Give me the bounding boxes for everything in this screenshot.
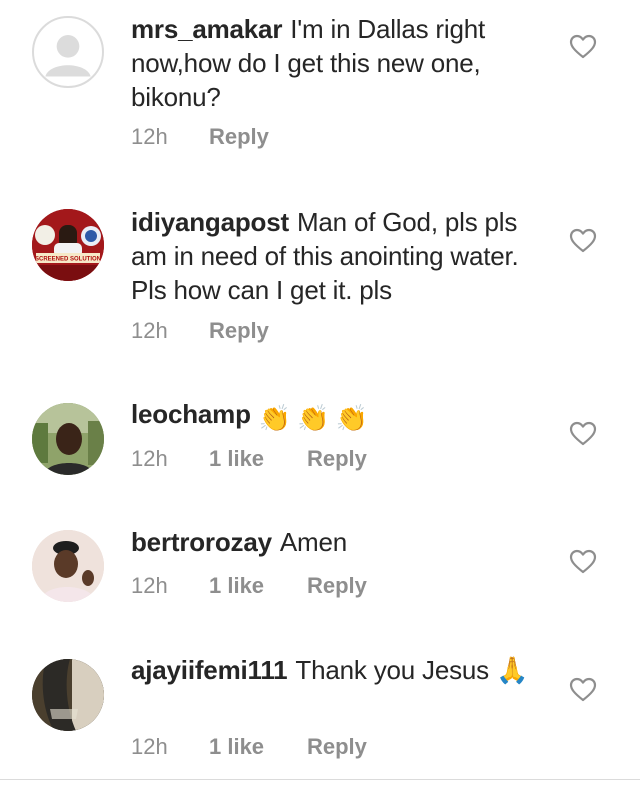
comment-text: Thank you Jesus 🙏 (295, 655, 529, 685)
comment-time: 12h (131, 124, 168, 149)
reply-button[interactable]: Reply (209, 316, 269, 346)
avatar[interactable]: SCREENED SOLUTION (32, 209, 104, 281)
reply-button[interactable]: Reply (209, 122, 269, 152)
comment-time: 12h (131, 734, 168, 759)
comment-time: 12h (131, 446, 168, 471)
heart-outline-icon[interactable] (569, 33, 597, 61)
profile-photo (32, 659, 104, 731)
reply-button[interactable]: Reply (307, 444, 367, 474)
comment-meta: 12h 1 like Reply (131, 444, 367, 474)
heart-outline-icon[interactable] (569, 548, 597, 576)
heart-outline-icon[interactable] (569, 676, 597, 704)
comment-username[interactable]: ajayiifemi111 (131, 655, 288, 685)
comment-time: 12h (131, 573, 168, 598)
profile-photo (32, 403, 104, 475)
like-count[interactable]: 1 like (209, 571, 307, 601)
comment-time: 12h (131, 318, 168, 343)
heart-outline-icon[interactable] (569, 227, 597, 255)
like-count[interactable]: 1 like (209, 444, 307, 474)
reply-button[interactable]: Reply (307, 732, 367, 762)
comment-body: leochamp 👏👏👏 (131, 397, 531, 435)
avatar[interactable] (32, 16, 104, 88)
comment-body: ajayiifemi111 Thank you Jesus 🙏 (131, 653, 531, 687)
comment-username[interactable]: leochamp (131, 399, 251, 429)
avatar[interactable] (32, 530, 104, 602)
avatar[interactable] (32, 659, 104, 731)
comment-meta: 12h Reply (131, 316, 269, 346)
avatar[interactable] (32, 403, 104, 475)
comment-username[interactable]: mrs_amakar (131, 14, 282, 44)
comment-body: mrs_amakar I'm in Dallas right now,how do… (131, 12, 531, 114)
avatar-badge-text: SCREENED SOLUTION (35, 257, 101, 263)
heart-outline-icon[interactable] (569, 420, 597, 448)
bottom-divider (0, 779, 640, 780)
profile-photo: SCREENED SOLUTION (32, 209, 104, 281)
comment-username[interactable]: idiyangapost (131, 207, 289, 237)
default-avatar-icon (35, 19, 101, 85)
comment-body: bertrorozay Amen (131, 525, 531, 559)
like-count[interactable]: 1 like (209, 732, 307, 762)
comment-meta: 12h Reply (131, 122, 269, 152)
comment-username[interactable]: bertrorozay (131, 527, 272, 557)
comment-meta: 12h 1 like Reply (131, 732, 367, 762)
reply-button[interactable]: Reply (307, 571, 367, 601)
comment-text: Amen (279, 527, 347, 557)
profile-photo (32, 530, 104, 602)
comment-meta: 12h 1 like Reply (131, 571, 367, 601)
clapping-hands-emoji: 👏👏👏 (258, 403, 374, 433)
comment-body: idiyangapost Man of God, pls pls am in ne… (131, 205, 531, 307)
